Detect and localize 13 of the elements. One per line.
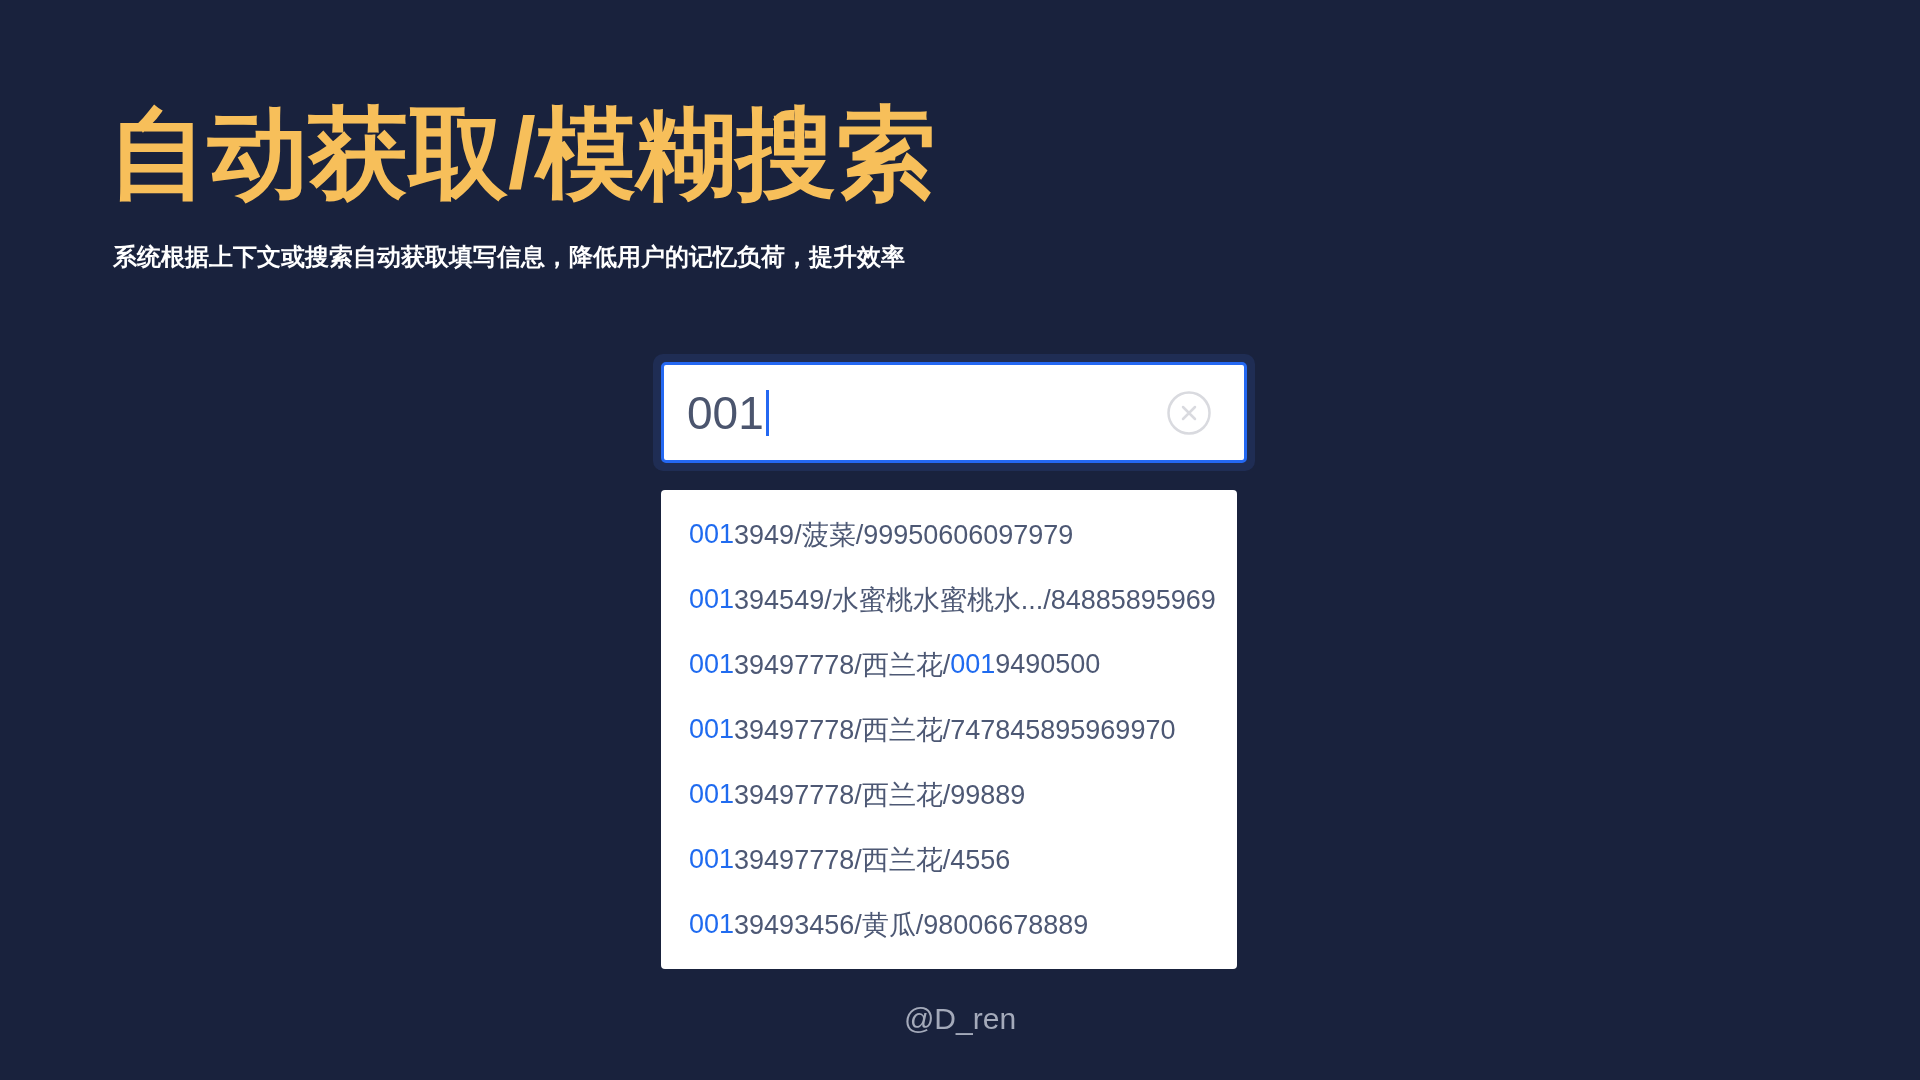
suggestion-item[interactable]: 00139497778/西兰花/747845895969970: [661, 697, 1237, 762]
suggestion-item[interactable]: 00139493456/黄瓜/98006678889: [661, 892, 1237, 957]
author-credit: @D_ren: [903, 1001, 1017, 1037]
suggestion-item[interactable]: 00139497778/西兰花/99889: [661, 762, 1237, 827]
suggestion-item[interactable]: 00139497778/西兰花/4556: [661, 827, 1237, 892]
text-cursor-icon: [765, 389, 769, 436]
search-field[interactable]: 001: [661, 362, 1247, 463]
suggestion-item[interactable]: 0013949/菠菜/99950606097979: [661, 502, 1237, 567]
clear-icon[interactable]: [1167, 390, 1211, 435]
page-title: 自动获取/模糊搜索: [108, 96, 936, 211]
suggestion-item[interactable]: 001394549/水蜜桃水蜜桃水.../84885895969: [661, 567, 1237, 632]
suggestion-item[interactable]: 00139497778/西兰花/0019490500: [661, 632, 1237, 697]
page-subtitle: 系统根据上下文或搜索自动获取填写信息，降低用户的记忆负荷，提升效率: [113, 242, 905, 272]
